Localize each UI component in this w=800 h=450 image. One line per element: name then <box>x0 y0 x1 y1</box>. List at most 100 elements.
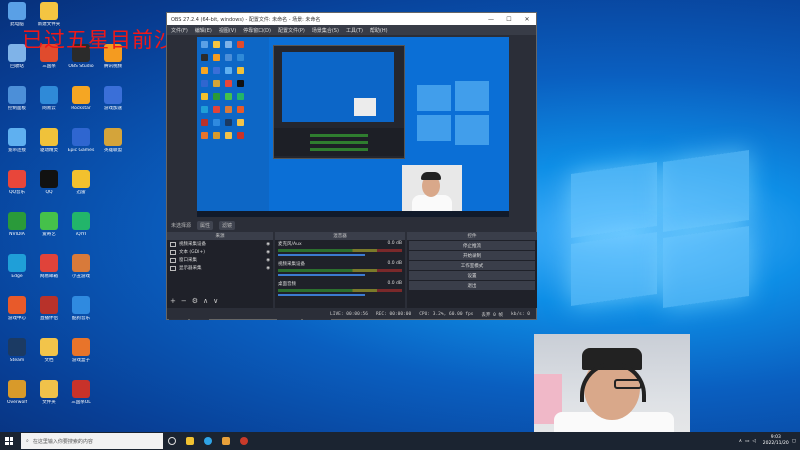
desktop-icon[interactable]: Overwolf <box>2 380 32 416</box>
desktop-icon[interactable]: Edge <box>2 254 32 290</box>
desktop-icon[interactable]: 三国杀OL <box>66 380 96 416</box>
eye-icon[interactable]: ◉ <box>266 266 270 271</box>
mixer-channel: 麦克风/Aux 0.0 dB <box>275 240 405 260</box>
menu-view[interactable]: 视图(V) <box>219 27 236 34</box>
app-icon[interactable] <box>217 432 235 450</box>
controls-dock-header: 控件 <box>407 232 537 240</box>
desktop-icon[interactable]: 英雄联盟 <box>98 128 128 164</box>
preview-icon <box>237 132 244 139</box>
studio-mode-button[interactable]: 工作室模式 <box>409 261 535 270</box>
start-button[interactable] <box>0 432 18 450</box>
desktop-icon[interactable]: 直播伴侣 <box>34 296 64 332</box>
desktop-icon[interactable]: 网易邮箱 <box>34 254 64 290</box>
close-button[interactable]: ✕ <box>518 16 536 23</box>
desktop-icon[interactable]: 酷狗音乐 <box>66 296 96 332</box>
chevron-up-icon[interactable]: ∧ <box>739 439 742 444</box>
desktop-icon[interactable]: QQ <box>34 170 64 206</box>
menu-docks[interactable]: 停靠窗口(D) <box>243 27 271 34</box>
desktop-icon[interactable]: 迅雷 <box>66 170 96 206</box>
desktop-icon-label: 网易云 <box>42 106 56 111</box>
volume-slider[interactable] <box>278 274 365 276</box>
desktop-icon[interactable]: 网易云 <box>34 86 64 122</box>
desktop-icon-label: 直播伴侣 <box>40 316 58 321</box>
preview-icon <box>213 80 220 87</box>
app-icon <box>40 170 58 188</box>
eye-icon[interactable]: ◉ <box>266 258 270 263</box>
app-icon <box>8 380 26 398</box>
file-explorer-icon[interactable] <box>181 432 199 450</box>
app-icon <box>72 170 90 188</box>
menu-file[interactable]: 文件(F) <box>171 27 188 34</box>
desktop-icon-label: 游戏盒子 <box>72 358 90 363</box>
menu-profile[interactable]: 配置文件(P) <box>278 27 305 34</box>
source-item[interactable]: 文本 (GDI+) ◉ <box>167 248 273 256</box>
menu-help[interactable]: 帮助(H) <box>370 27 388 34</box>
taskbar-search[interactable]: ⌕ 在这里输入你要搜索的内容 <box>21 433 163 449</box>
volume-icon[interactable]: ◁ <box>752 439 755 444</box>
desktop-icon[interactable]: 游戏盒子 <box>66 338 96 374</box>
preview-icon <box>201 67 208 74</box>
obs-window[interactable]: OBS 27.2.4 (64-bit, windows) - 配置文件: 未命名… <box>166 12 537 320</box>
menu-edit[interactable]: 编辑(E) <box>195 27 212 34</box>
app-icon <box>72 212 90 230</box>
app-icon <box>72 338 90 356</box>
obs-menubar: 文件(F) 编辑(E) 视图(V) 停靠窗口(D) 配置文件(P) 场景集合(S… <box>167 25 536 35</box>
source-item[interactable]: 视频采集设备 ◉ <box>167 240 273 248</box>
nested-docks <box>274 128 404 156</box>
stop-streaming-button[interactable]: 停止推流 <box>409 241 535 250</box>
app-icon <box>72 296 90 314</box>
desktop-icon[interactable]: 游戏中心 <box>2 296 32 332</box>
desktop-icon[interactable]: 控制面板 <box>2 86 32 122</box>
obs-taskbar-icon[interactable] <box>235 432 253 450</box>
task-view-icon[interactable] <box>163 432 181 450</box>
desktop-icon[interactable]: NVIDIA <box>2 212 32 248</box>
preview-icon <box>225 106 232 113</box>
remove-source-icon[interactable]: − <box>181 297 187 305</box>
mixer-channel: 桌面音频 0.0 dB <box>275 280 405 300</box>
app-icon <box>72 86 90 104</box>
desktop-icon[interactable]: Rockstar <box>66 86 96 122</box>
network-icon[interactable]: ▭ <box>745 439 749 444</box>
desktop-icon[interactable]: 文件夹 <box>34 380 64 416</box>
source-item[interactable]: 窗口采集 ◉ <box>167 256 273 264</box>
desktop-icon[interactable]: 驱动精灵 <box>34 128 64 164</box>
edge-icon[interactable] <box>199 432 217 450</box>
desktop-icon[interactable]: Steam <box>2 338 32 374</box>
move-down-icon[interactable]: ∨ <box>213 297 218 305</box>
volume-slider[interactable] <box>278 254 365 256</box>
desktop-icons: 此电脑 新建文件夹 回收站 三国杀 OBS Studio 腾讯视频 控制面板 网易云 Rocks… <box>0 0 122 420</box>
preview-icon <box>225 119 232 126</box>
add-source-icon[interactable]: + <box>170 297 176 305</box>
desktop-icon-label: 三国杀 <box>42 64 56 69</box>
settings-button[interactable]: 设置 <box>409 271 535 280</box>
start-recording-button[interactable]: 开始录制 <box>409 251 535 260</box>
obs-titlebar[interactable]: OBS 27.2.4 (64-bit, windows) - 配置文件: 未命名… <box>167 13 536 25</box>
desktop-icon[interactable]: 游戏加速 <box>98 86 128 122</box>
properties-button[interactable]: 属性 <box>197 220 214 230</box>
filters-button[interactable]: 滤镜 <box>219 220 236 230</box>
volume-slider[interactable] <box>278 294 365 296</box>
desktop-icon[interactable]: 宽带连接 <box>2 128 32 164</box>
preview-icon <box>201 80 208 87</box>
mixer-channel: 视频采集设备 0.0 dB <box>275 260 405 280</box>
move-up-icon[interactable]: ∧ <box>203 297 208 305</box>
desktop-icon[interactable]: iQIYI <box>66 212 96 248</box>
eye-icon[interactable]: ◉ <box>266 250 270 255</box>
source-item[interactable]: 显示器采集 ◉ <box>167 264 273 272</box>
menu-scene-collection[interactable]: 场景集合(S) <box>312 27 339 34</box>
desktop-icon[interactable]: 爱奇艺 <box>34 212 64 248</box>
source-settings-icon[interactable]: ⚙ <box>192 297 198 305</box>
minimize-button[interactable]: — <box>482 16 500 23</box>
desktop-icon[interactable]: Epic Games <box>66 128 96 164</box>
exit-button[interactable]: 退出 <box>409 281 535 290</box>
taskbar-clock[interactable]: 9:03 2022/11/20 <box>763 435 789 447</box>
desktop-icon[interactable]: 小丑游戏 <box>66 254 96 290</box>
obs-preview-canvas[interactable] <box>197 37 509 217</box>
menu-tools[interactable]: 工具(T) <box>346 27 363 34</box>
maximize-button[interactable]: ☐ <box>500 16 518 23</box>
notification-icon[interactable]: ▢ <box>792 439 796 444</box>
nested-webcam <box>354 98 376 116</box>
desktop-icon[interactable]: QQ音乐 <box>2 170 32 206</box>
desktop-icon[interactable]: 文档 <box>34 338 64 374</box>
eye-icon[interactable]: ◉ <box>266 242 270 247</box>
